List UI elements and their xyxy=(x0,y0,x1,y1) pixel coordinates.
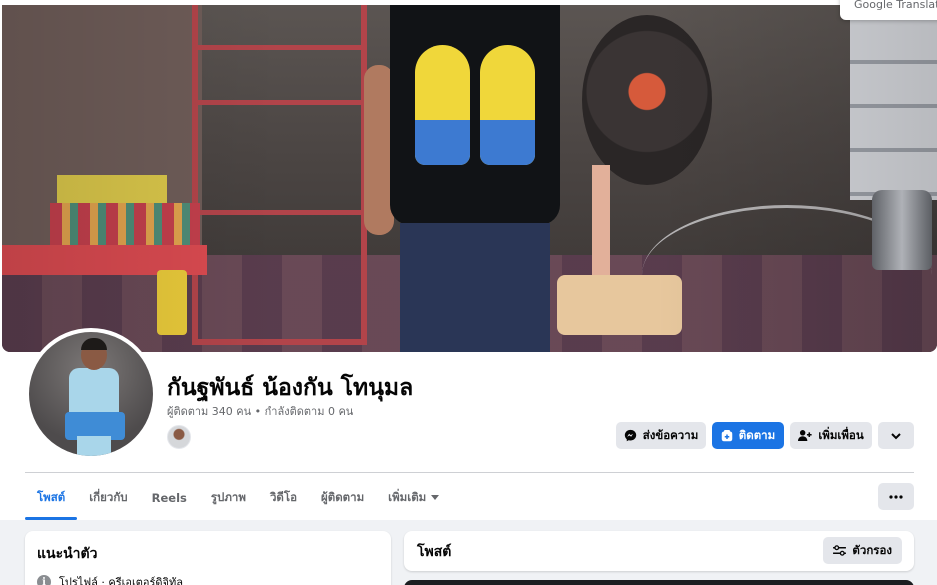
filter-icon xyxy=(833,545,847,556)
tab-more[interactable]: เพิ่มเติม xyxy=(376,476,451,519)
cover-photo[interactable] xyxy=(2,5,937,352)
follow-button[interactable]: ติดตาม xyxy=(712,422,784,449)
profile-tabs: โพสต์ เกี่ยวกับ Reels รูปภาพ วิดีโอ ผู้ต… xyxy=(25,476,451,520)
intro-row-text: โปรไฟล์ · ครีเอเตอร์ดิจิทัล xyxy=(59,576,183,585)
follower-avatar[interactable] xyxy=(167,425,191,449)
info-icon: i xyxy=(37,575,51,585)
post-preview[interactable] xyxy=(404,580,914,585)
caret-down-icon xyxy=(431,494,440,500)
tab-videos[interactable]: วิดีโอ xyxy=(258,476,309,519)
tabs-more-button[interactable] xyxy=(878,483,914,510)
add-friend-icon xyxy=(798,430,812,441)
profile-name: กันฐพันธ์ น้องกัน โทนุมล xyxy=(167,375,414,401)
chevron-down-icon xyxy=(891,432,901,439)
tab-posts[interactable]: โพสต์ xyxy=(25,476,78,520)
messenger-icon xyxy=(624,429,636,442)
posts-card: โพสต์ ตัวกรอง xyxy=(404,531,914,571)
header-divider xyxy=(25,472,914,473)
tab-label: ผู้ติดตาม xyxy=(320,489,365,504)
tab-label: รูปภาพ xyxy=(210,489,246,504)
tab-label: วิดีโอ xyxy=(269,489,297,504)
translate-popup[interactable]: Google Translate xyxy=(840,0,937,20)
intro-title: แนะนำตัว xyxy=(37,546,98,562)
filter-button[interactable]: ตัวกรอง xyxy=(823,537,902,564)
message-button-label: ส่งข้อความ xyxy=(642,427,699,442)
filter-button-label: ตัวกรอง xyxy=(852,542,892,557)
add-friend-button-label: เพิ่มเพื่อน xyxy=(818,427,864,442)
tab-photos[interactable]: รูปภาพ xyxy=(199,476,258,519)
profile-picture[interactable] xyxy=(25,328,157,460)
follow-button-label: ติดตาม xyxy=(738,427,776,442)
translate-popup-label: Google Translate xyxy=(854,0,937,11)
posts-title: โพสต์ xyxy=(417,544,452,560)
tab-reels[interactable]: Reels xyxy=(140,476,199,519)
tab-label: เกี่ยวกับ xyxy=(89,489,128,504)
more-dots-icon xyxy=(889,494,903,499)
more-options-button[interactable] xyxy=(878,422,914,449)
message-button[interactable]: ส่งข้อความ xyxy=(616,422,706,449)
follower-stats[interactable]: ผู้ติดตาม 340 คน • กำลังติดตาม 0 คน xyxy=(167,402,353,420)
tab-label: Reels xyxy=(151,490,187,505)
intro-row: i โปรไฟล์ · ครีเอเตอร์ดิจิทัล xyxy=(37,573,183,585)
tab-label: โพสต์ xyxy=(37,489,66,504)
tab-followers[interactable]: ผู้ติดตาม xyxy=(309,476,376,519)
tab-about[interactable]: เกี่ยวกับ xyxy=(77,476,139,519)
tab-label: เพิ่มเติม xyxy=(388,489,427,504)
intro-card: แนะนำตัว i โปรไฟล์ · ครีเอเตอร์ดิจิทัล xyxy=(25,531,391,585)
follow-icon xyxy=(721,429,733,441)
add-friend-button[interactable]: เพิ่มเพื่อน xyxy=(790,422,872,449)
